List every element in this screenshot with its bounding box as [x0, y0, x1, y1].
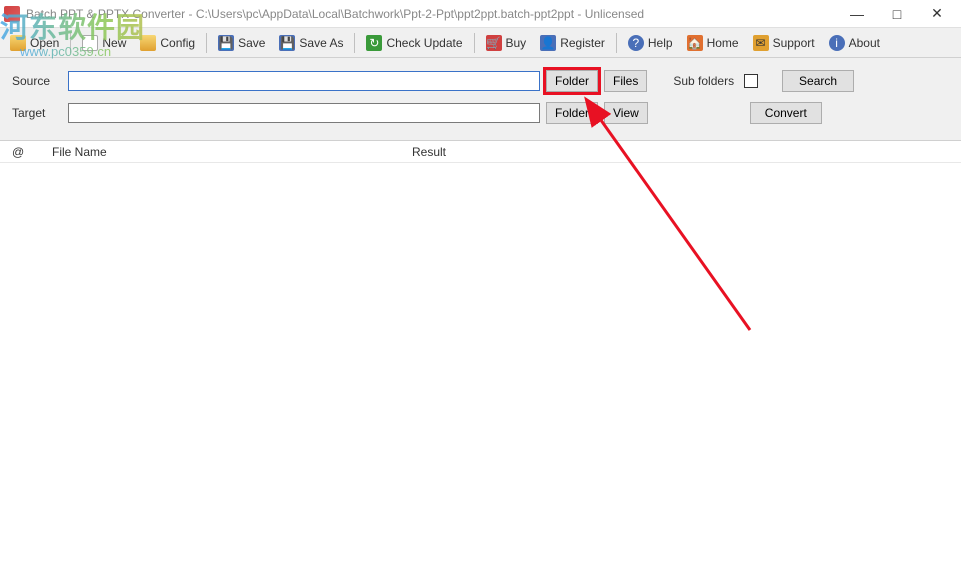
app-icon: [4, 6, 20, 22]
register-button[interactable]: 👤 Register: [534, 31, 611, 55]
home-icon: 🏠: [687, 35, 703, 51]
home-label: Home: [707, 36, 739, 50]
separator: [70, 33, 71, 53]
target-row: Target Folder View Convert: [12, 100, 949, 126]
target-view-button[interactable]: View: [604, 102, 648, 124]
register-label: Register: [560, 36, 605, 50]
target-input[interactable]: [68, 103, 540, 123]
help-icon: ?: [628, 35, 644, 51]
window-title: Batch PPT & PPTX Converter - C:\Users\pc…: [26, 7, 837, 21]
checkupdate-label: Check Update: [386, 36, 462, 50]
separator: [474, 33, 475, 53]
maximize-button[interactable]: □: [877, 1, 917, 27]
user-icon: 👤: [540, 35, 556, 51]
save-label: Save: [238, 36, 265, 50]
target-folder-button[interactable]: Folder: [546, 102, 598, 124]
support-icon: ✉: [753, 35, 769, 51]
help-button[interactable]: ? Help: [622, 31, 679, 55]
close-button[interactable]: ✕: [917, 1, 957, 27]
refresh-icon: ↻: [366, 35, 382, 51]
window-controls: — □ ✕: [837, 1, 957, 27]
search-button[interactable]: Search: [782, 70, 854, 92]
separator: [354, 33, 355, 53]
saveas-button[interactable]: 💾 Save As: [273, 31, 349, 55]
config-label: Config: [160, 36, 195, 50]
buy-button[interactable]: 🛒 Buy: [480, 31, 533, 55]
open-label: Open: [30, 36, 59, 50]
buy-label: Buy: [506, 36, 527, 50]
file-list-body[interactable]: [0, 163, 961, 583]
folder-open-icon: [10, 35, 26, 51]
form-panel: Source Folder Files Sub folders Search T…: [0, 58, 961, 141]
saveas-label: Save As: [299, 36, 343, 50]
source-label: Source: [12, 74, 62, 88]
save-button[interactable]: 💾 Save: [212, 31, 271, 55]
open-button[interactable]: Open: [4, 31, 65, 55]
convert-button[interactable]: Convert: [750, 102, 822, 124]
column-status[interactable]: @: [12, 145, 52, 159]
new-label: New: [102, 36, 126, 50]
config-icon: [140, 35, 156, 51]
support-label: Support: [773, 36, 815, 50]
cart-icon: 🛒: [486, 35, 502, 51]
target-label: Target: [12, 106, 62, 120]
about-label: About: [849, 36, 880, 50]
config-button[interactable]: Config: [134, 31, 201, 55]
subfolders-checkbox[interactable]: [744, 74, 758, 88]
help-label: Help: [648, 36, 673, 50]
column-filename[interactable]: File Name: [52, 145, 412, 159]
source-input[interactable]: [68, 71, 540, 91]
file-list-header: @ File Name Result: [0, 141, 961, 163]
support-button[interactable]: ✉ Support: [747, 31, 821, 55]
save-icon: 💾: [218, 35, 234, 51]
source-row: Source Folder Files Sub folders Search: [12, 68, 949, 94]
info-icon: i: [829, 35, 845, 51]
separator: [206, 33, 207, 53]
new-file-icon: [82, 35, 98, 51]
subfolders-label: Sub folders: [673, 74, 734, 88]
new-button[interactable]: New: [76, 31, 132, 55]
titlebar: Batch PPT & PPTX Converter - C:\Users\pc…: [0, 0, 961, 28]
source-folder-button[interactable]: Folder: [546, 70, 598, 92]
home-button[interactable]: 🏠 Home: [681, 31, 745, 55]
checkupdate-button[interactable]: ↻ Check Update: [360, 31, 468, 55]
main-toolbar: Open New Config 💾 Save 💾 Save As ↻ Check…: [0, 28, 961, 58]
saveas-icon: 💾: [279, 35, 295, 51]
about-button[interactable]: i About: [823, 31, 886, 55]
separator: [616, 33, 617, 53]
source-files-button[interactable]: Files: [604, 70, 647, 92]
minimize-button[interactable]: —: [837, 1, 877, 27]
column-result[interactable]: Result: [412, 145, 949, 159]
